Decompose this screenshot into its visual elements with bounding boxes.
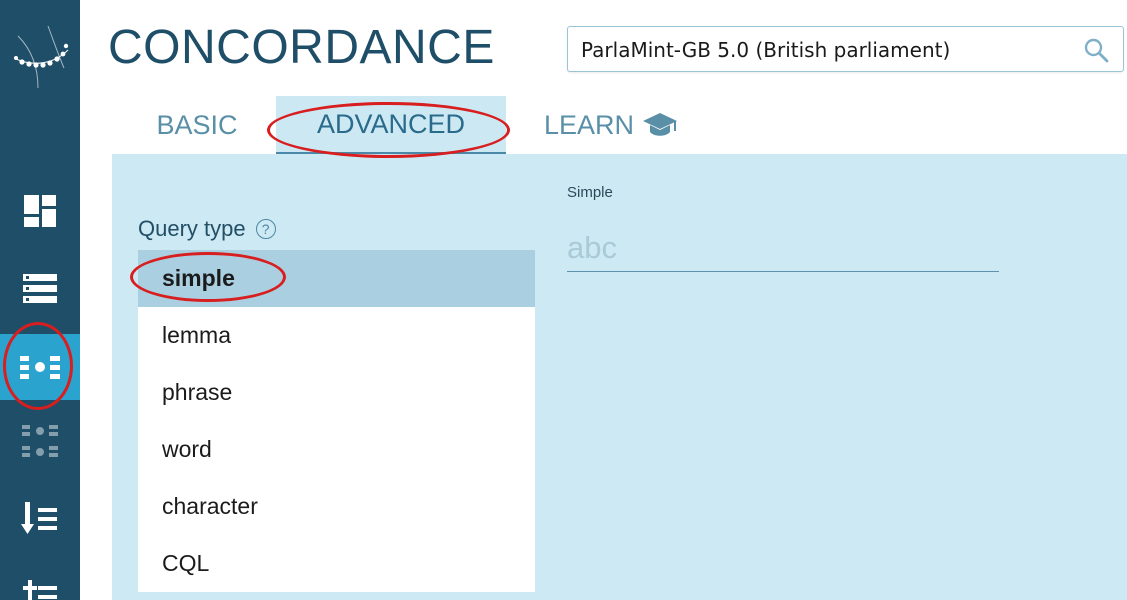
help-icon[interactable]: ? bbox=[255, 219, 276, 239]
query-type-option-cql[interactable]: CQL bbox=[138, 535, 535, 592]
tab-learn-label: LEARN bbox=[544, 109, 635, 140]
query-type-option-character[interactable]: character bbox=[138, 478, 535, 535]
query-type-option-phrase[interactable]: phrase bbox=[138, 364, 535, 421]
word-sketch-icon bbox=[23, 580, 57, 600]
sidebar-item-word-list[interactable] bbox=[0, 486, 80, 552]
app-root: CONCORDANCE ParlaMint-GB 5.0 (British pa… bbox=[0, 0, 1127, 600]
sidebar bbox=[0, 0, 80, 600]
tab-basic-label: BASIC bbox=[156, 109, 238, 140]
parallel-concordance-icon bbox=[22, 425, 58, 457]
sidebar-item-list[interactable] bbox=[0, 256, 80, 322]
sidebar-item-dashboard[interactable] bbox=[0, 178, 80, 244]
corpus-name: ParlaMint-GB 5.0 (British parliament) bbox=[581, 38, 951, 62]
query-tabs: BASIC ADVANCED LEARN bbox=[112, 96, 1127, 154]
query-type-label-text: Query type bbox=[138, 216, 246, 241]
help-glyph: ? bbox=[261, 221, 270, 237]
tab-advanced[interactable]: ADVANCED bbox=[276, 96, 506, 154]
graduation-cap-icon bbox=[643, 113, 678, 136]
list-icon bbox=[23, 274, 57, 303]
sidebar-item-word-sketch[interactable] bbox=[0, 562, 80, 600]
query-type-option-lemma[interactable]: lemma bbox=[138, 307, 535, 364]
word-list-icon bbox=[21, 502, 57, 534]
search-icon[interactable] bbox=[1083, 37, 1109, 63]
corpus-selector[interactable]: ParlaMint-GB 5.0 (British parliament) bbox=[567, 26, 1124, 72]
simple-query-input[interactable] bbox=[567, 224, 999, 272]
sidebar-item-parallel-concordance[interactable] bbox=[0, 410, 80, 476]
query-type-label: Query type ? bbox=[138, 216, 276, 242]
tab-learn[interactable]: LEARN bbox=[544, 96, 694, 154]
tab-advanced-label: ADVANCED bbox=[316, 108, 466, 139]
query-type-option-word[interactable]: word bbox=[138, 421, 535, 478]
simple-field-label: Simple bbox=[567, 184, 613, 201]
tab-basic[interactable]: BASIC bbox=[152, 96, 242, 154]
page-title: CONCORDANCE bbox=[108, 21, 495, 74]
sidebar-item-concordance[interactable] bbox=[0, 334, 80, 400]
query-type-option-simple[interactable]: simple bbox=[138, 250, 535, 307]
concordance-icon bbox=[20, 356, 60, 379]
sketch-engine-logo-icon[interactable] bbox=[8, 18, 72, 90]
query-type-list: simple lemma phrase word character CQL bbox=[138, 250, 535, 592]
advanced-query-panel: Query type ? simple lemma phrase word ch… bbox=[112, 154, 1127, 600]
dashboard-icon bbox=[24, 195, 56, 227]
